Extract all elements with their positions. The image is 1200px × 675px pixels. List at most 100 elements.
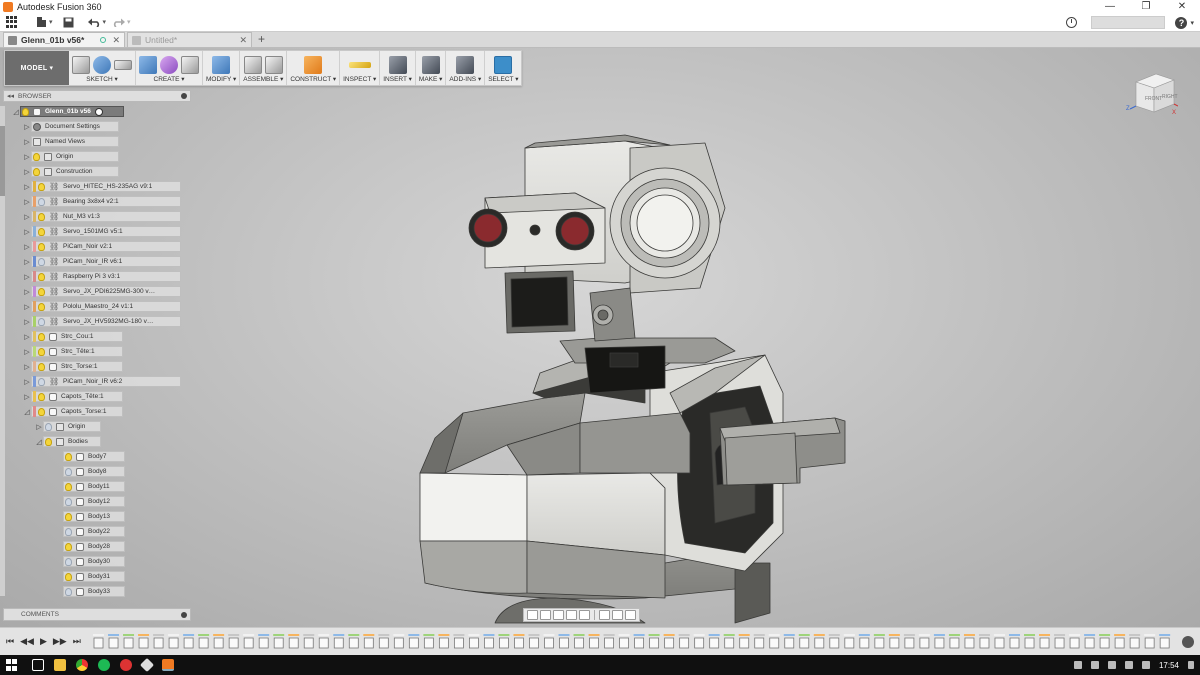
visibility-bulb-icon[interactable] [65,557,72,566]
rectangle-icon[interactable] [114,59,132,70]
press-pull-icon[interactable] [212,55,231,74]
timeline-feature-icon[interactable] [333,637,344,648]
expand-toggle-icon[interactable]: ▷ [23,348,31,356]
new-tab-button[interactable]: + [258,32,265,47]
visibility-bulb-icon[interactable] [33,152,40,161]
visibility-bulb-icon[interactable] [65,527,72,536]
timeline-feature-icon[interactable] [108,637,119,648]
create-menu[interactable]: CREATE ▾ [154,75,185,85]
expand-toggle-icon[interactable]: ▷ [23,198,31,206]
construct-group[interactable]: CONSTRUCT ▾ [287,51,341,85]
timeline-feature-icon[interactable] [919,637,930,648]
expand-toggle-icon[interactable]: ▷ [23,183,31,191]
browser-node[interactable]: Named Views [31,136,119,147]
expand-toggle-icon[interactable]: ▷ [35,423,43,431]
visibility-bulb-icon[interactable] [38,317,45,326]
help-icon[interactable]: ? [1175,16,1188,29]
save-button[interactable] [63,14,74,31]
browser-node[interactable]: ⛓ Pololu_Maestro_24 v1:1 [31,301,181,312]
timeline-feature-icon[interactable] [123,637,134,648]
orbit-icon[interactable] [527,610,538,620]
select-group[interactable]: SELECT ▾ [485,51,521,85]
timeline-feature-icon[interactable] [453,637,464,648]
visibility-bulb-icon[interactable] [38,347,45,356]
timeline-feature-icon[interactable] [1084,637,1095,648]
timeline-feature-icon[interactable] [1129,637,1140,648]
timeline-feature-icon[interactable] [513,637,524,648]
browser-node[interactable]: Construction [31,166,119,177]
visibility-bulb-icon[interactable] [65,587,72,596]
user-account-field[interactable] [1091,16,1166,29]
tray-keyboard-icon[interactable] [1141,661,1150,669]
timeline-feature-icon[interactable] [1039,637,1050,648]
timeline-feature-icon[interactable] [363,637,374,648]
job-status-clock-icon[interactable] [1066,17,1078,28]
expand-toggle-icon[interactable]: ▷ [23,288,31,296]
timeline-feature-icon[interactable] [183,637,194,648]
step-back-icon[interactable]: ◀◀ [20,636,34,647]
spline-icon[interactable] [93,55,111,74]
insert-menu[interactable]: INSERT ▾ [383,75,412,85]
redo-button[interactable]: ▾ [112,14,131,31]
undo-button[interactable]: ▾ [87,14,106,31]
timeline-feature-icon[interactable] [1114,637,1125,648]
step-forward-icon[interactable]: ▶▶ [53,636,67,647]
close-window-button[interactable]: ✕ [1164,0,1200,13]
visibility-bulb-icon[interactable] [38,197,45,206]
timeline-feature-icon[interactable] [649,637,659,648]
viewcube[interactable]: FRONT RIGHT Z X [1126,70,1178,120]
expand-toggle-icon[interactable]: ▷ [23,123,31,131]
visibility-bulb-icon[interactable] [38,227,45,236]
timeline-feature-icon[interactable] [93,637,104,648]
browser-node[interactable]: ⛓ Raspberry Pi 3 v3:1 [31,271,181,282]
task-view-icon[interactable] [32,659,44,671]
timeline-feature-icon[interactable] [1099,637,1110,648]
timeline-feature-icon[interactable] [859,637,870,648]
expand-toggle-icon[interactable]: ◿ [12,108,20,116]
canvas-workspace[interactable]: MODEL ▾ SKETCH ▾ CREATE ▾ MODIFY ▾ ASSEM… [0,48,1200,627]
browser-node[interactable]: Body22 [63,526,125,537]
browser-node[interactable]: Bodies [43,436,101,447]
timeline-feature-icon[interactable] [528,637,539,648]
3d-print-icon[interactable] [421,55,440,74]
browser-panel-header[interactable]: ◂◂ BROWSER [3,90,191,102]
expand-toggle-icon[interactable]: ▷ [23,243,31,251]
timeline-feature-icon[interactable] [709,637,719,648]
browser-node[interactable]: ⛓ PiCam_Noir_IR v6:1 [31,256,181,267]
windows-tray-icon[interactable] [1073,661,1082,669]
browser-node[interactable]: Glenn_01b v56 [20,106,124,117]
clock-time[interactable]: 17:54 [1159,661,1179,670]
browser-node[interactable]: Body33 [63,586,125,597]
visibility-bulb-icon[interactable] [65,542,72,551]
expand-toggle-icon[interactable]: ▷ [23,393,31,401]
create-group[interactable]: CREATE ▾ [136,51,203,85]
browser-node[interactable]: Capots_Tête:1 [31,391,123,402]
browser-node[interactable]: ⛓ Servo_JX_PDI6225MG-300 v… [31,286,181,297]
display-settings-icon[interactable] [599,610,610,620]
timeline-feature-icon[interactable] [573,637,584,648]
timeline-feature-icon[interactable] [498,637,509,648]
insert-image-icon[interactable] [388,55,407,74]
expand-toggle-icon[interactable]: ▷ [23,363,31,371]
timeline-feature-icon[interactable] [619,637,629,648]
timeline-feature-icon[interactable] [724,637,734,648]
browser-node[interactable]: ⛓ Servo_HITEC_HS-235AG v9:1 [31,181,181,192]
timeline-feature-icon[interactable] [784,637,794,648]
timeline-feature-icon[interactable] [198,637,209,648]
browser-node[interactable]: ⛓ PiCam_Noir v2:1 [31,241,181,252]
browser-node[interactable]: Body30 [63,556,125,567]
timeline-feature-icon[interactable] [468,637,479,648]
timeline-feature-icon[interactable] [603,637,614,648]
visibility-bulb-icon[interactable] [38,272,45,281]
tray-volume-icon[interactable] [1124,661,1133,669]
look-at-icon[interactable] [540,610,551,620]
timeline-feature-icon[interactable] [679,637,689,648]
timeline-feature-icon[interactable] [228,637,239,648]
pin-icon[interactable] [181,93,187,99]
timeline-feature-icon[interactable] [994,637,1005,648]
browser-node[interactable]: ⛓ Nut_M3 v1:3 [31,211,181,222]
browser-node[interactable]: Body28 [63,541,125,552]
expand-toggle-icon[interactable]: ▷ [23,378,31,386]
inspect-group[interactable]: INSPECT ▾ [340,51,381,85]
timeline-feature-icon[interactable] [318,637,329,648]
